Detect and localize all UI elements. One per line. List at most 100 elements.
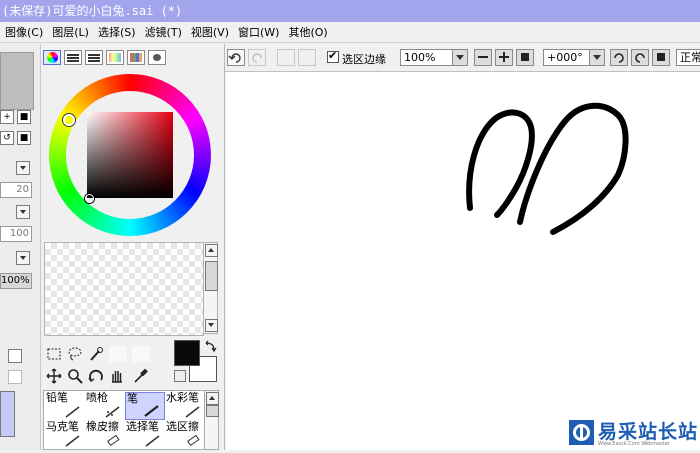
brush-airbrush[interactable]: 喷枪 [85,392,125,420]
zoom-tool[interactable] [67,368,83,384]
saturation-value-square[interactable] [87,112,173,198]
rotate-right-button-top[interactable] [631,49,649,66]
watermark: 易采站长站 Www.Easck.Com Webmaster [563,416,700,450]
foreground-color[interactable] [174,340,200,366]
undo-icon [228,53,241,63]
navigator-preview[interactable] [0,52,34,110]
size-dropdown[interactable] [16,251,30,265]
selection-edge-label: 选区边缘 [342,53,386,66]
brush-watercolor[interactable]: 水彩笔 [165,392,205,420]
rgb-slider-tab[interactable] [64,50,82,65]
rotate-left-button-top[interactable] [610,49,628,66]
zoom-in-button-top[interactable] [495,49,513,66]
menu-image[interactable]: 图像(C) [0,24,52,40]
transparent-color-toggle[interactable] [174,370,186,382]
mode-dropdown[interactable] [16,205,30,219]
menu-select[interactable]: 选择(S) [98,24,145,40]
menu-filter[interactable]: 滤镜(T) [145,24,191,40]
zoom-out-button[interactable]: ■ [17,110,31,124]
brush-scrollbar[interactable] [204,390,219,450]
rotation-combo[interactable]: +000° [543,49,605,66]
eraser-icon [107,435,120,447]
tool-grid [46,346,156,390]
opacity-field[interactable]: 100 [0,226,32,242]
zoom-out-button-top[interactable] [474,49,492,66]
pen-icon [144,405,159,417]
zoom-in-button[interactable]: + [0,110,14,124]
color-wheel-tab[interactable] [43,50,61,65]
redo-button[interactable] [248,49,266,66]
color-wheel[interactable] [49,74,211,236]
watermark-logo [569,420,594,445]
hue-cursor[interactable] [63,114,75,126]
rotation-reset-button[interactable] [652,49,670,66]
color-wheel-icon [47,52,58,63]
swap-colors-icon[interactable] [204,340,218,352]
reset-view-button[interactable]: ■ [17,131,31,145]
menu-window[interactable]: 窗口(W) [238,24,288,40]
brush-list: 铅笔 喷枪 笔 水彩笔 马克笔 橡皮擦 选择笔 选区擦 [43,390,205,450]
color-swatches [174,340,220,384]
rotate-icon [88,369,103,382]
zoom-reset-button[interactable] [516,49,534,66]
magic-wand-tool[interactable] [88,346,104,362]
sv-cursor[interactable] [85,194,94,203]
menu-view[interactable]: 视图(V) [191,24,238,40]
move-tool[interactable] [46,368,62,384]
brush-scroll-thumb[interactable] [206,405,219,417]
drawing-canvas[interactable] [226,72,700,450]
zoom-combo[interactable]: 100% [400,49,468,66]
scroll-thumb[interactable] [205,261,218,291]
swatches-tab[interactable] [127,50,145,65]
chevron-down-icon[interactable] [452,50,467,65]
brush-pencil[interactable]: 铅笔 [45,392,85,420]
brush-select-pen[interactable]: 选择笔 [125,421,165,449]
color-panel: 铅笔 喷枪 笔 水彩笔 马克笔 橡皮擦 选择笔 选区擦 [41,44,225,450]
rabbit-ears-drawing [466,102,629,235]
brush-pen[interactable]: 笔 [125,392,165,420]
scroll-up-button[interactable] [205,244,218,257]
reset-icon: ■ [19,133,29,143]
layer-thumbnail[interactable] [0,391,15,437]
blend-mode-combo[interactable]: 正常 [676,49,700,66]
menu-other[interactable]: 其他(O) [288,24,336,40]
brush-scroll-up[interactable] [206,392,219,405]
invert-selection-button[interactable] [298,49,316,66]
blend-dropdown[interactable] [16,161,30,175]
brush-eraser[interactable]: 橡皮擦 [85,421,125,449]
zoom-in-icon: + [3,112,11,122]
scroll-down-button[interactable] [205,319,218,332]
density-field[interactable]: 20 [0,182,32,198]
chevron-down-icon[interactable] [589,50,604,65]
scratchpad-icon [153,54,161,61]
rgb-slider-icon [67,54,79,56]
selection-edge-checkbox[interactable] [327,49,339,63]
lasso-tool[interactable] [67,346,83,362]
deselect-button[interactable] [277,49,295,66]
rotate-tool[interactable] [88,368,104,384]
zoom-icon [68,369,83,384]
scratchpad-tab[interactable] [148,50,166,65]
brush-marker[interactable]: 马克笔 [45,421,85,449]
zoom-field[interactable]: 100% [0,273,32,289]
rotate-left-icon: ↺ [3,133,11,143]
select-rect-tool[interactable] [46,346,62,362]
rotate-left-button[interactable]: ↺ [0,131,14,145]
scratchpad[interactable] [44,242,204,336]
undo-button[interactable] [227,49,245,66]
mixer-tab[interactable] [106,50,124,65]
window-title: (未保存)可爱的小白兔.sai (*) [0,0,700,22]
brush-select-eraser[interactable]: 选区擦 [165,421,205,449]
watermark-text: 易采站长站 [598,421,699,443]
menu-layer[interactable]: 图层(L) [52,24,98,40]
layer-lock-button[interactable] [8,370,22,384]
hsv-slider-tab[interactable] [85,50,103,65]
hand-icon [112,371,122,383]
hand-tool[interactable] [109,368,125,384]
airbrush-icon [105,406,120,418]
eyedropper-tool[interactable] [132,368,148,384]
scratchpad-scrollbar[interactable] [203,242,218,334]
watermark-subtext: Www.Easck.Com Webmaster [598,441,670,447]
hsv-slider-icon [88,54,100,56]
layer-toggle-button[interactable] [8,349,22,363]
